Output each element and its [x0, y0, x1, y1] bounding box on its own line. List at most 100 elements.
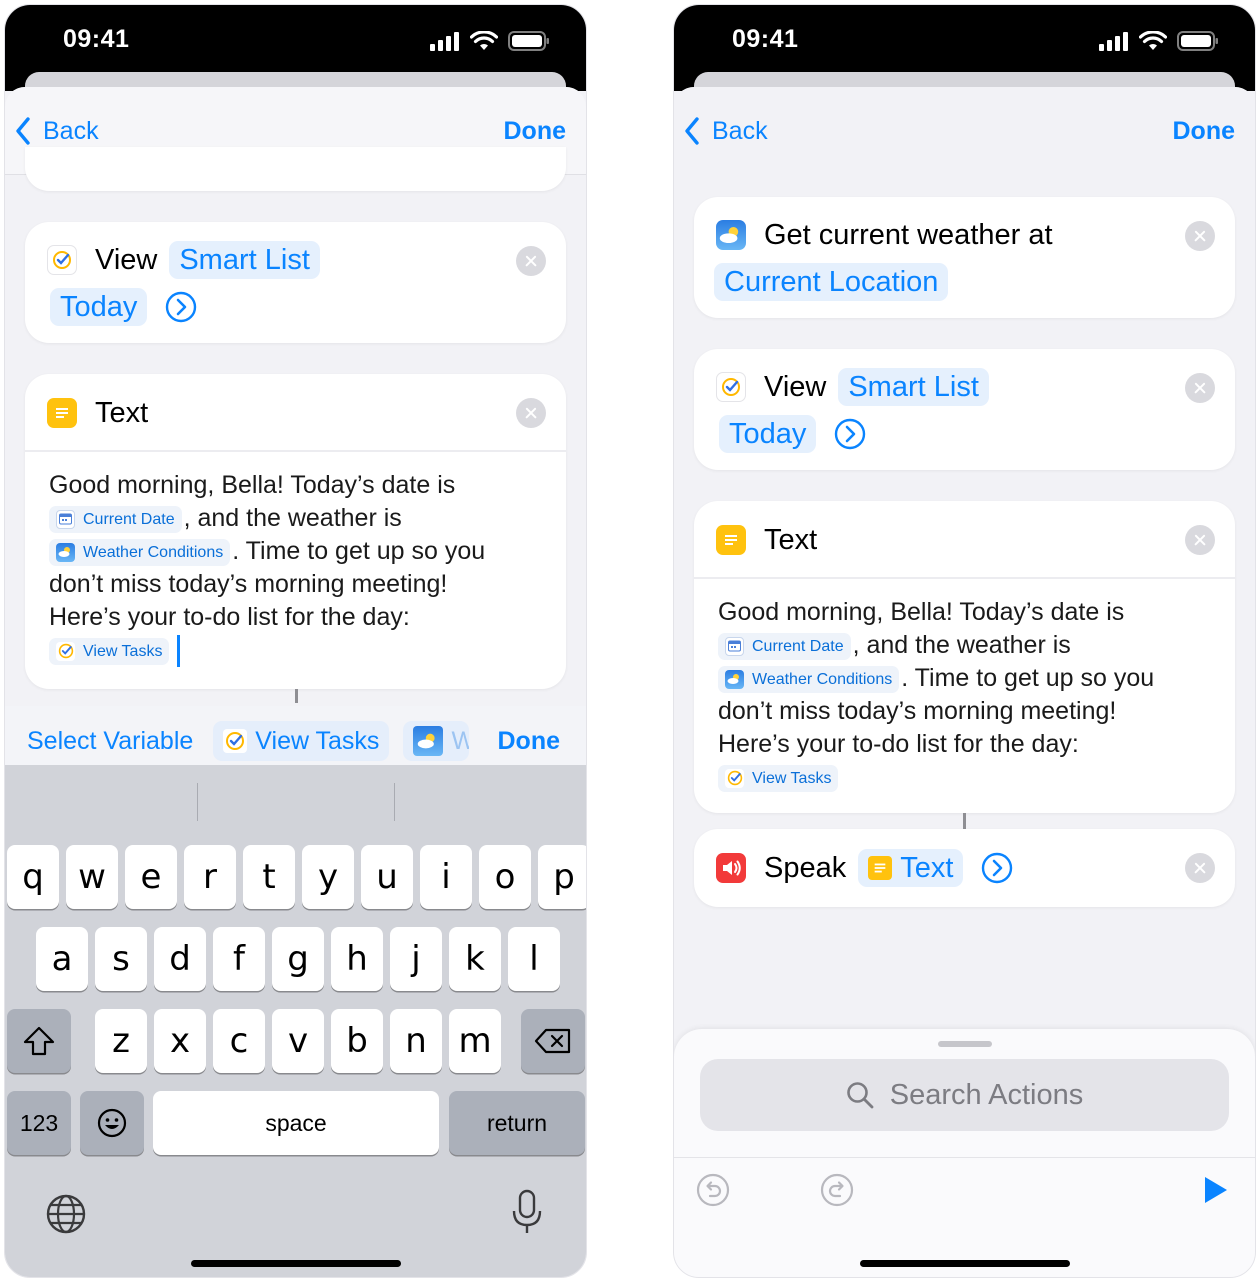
delete-key[interactable] [521, 1009, 585, 1073]
weather-icon [716, 220, 746, 250]
text-doc-icon [716, 525, 746, 555]
view-verb: View [764, 370, 827, 403]
get-weather-action[interactable]: Get current weather at Current Location [694, 197, 1235, 318]
key-s[interactable]: s [95, 927, 147, 991]
key-u[interactable]: u [361, 845, 413, 909]
actions-drawer: Search Actions [674, 1029, 1255, 1277]
speak-verb: Speak [764, 851, 847, 884]
key-v[interactable]: v [272, 1009, 324, 1073]
key-e[interactable]: e [125, 845, 177, 909]
home-indicator [859, 1260, 1070, 1267]
key-a[interactable]: a [36, 927, 88, 991]
chevron-right-circle-icon[interactable] [981, 852, 1013, 884]
text-action[interactable]: Text Good morning, Bella! Today’s date i… [694, 501, 1235, 813]
space-key[interactable]: space [153, 1091, 439, 1155]
close-icon[interactable] [1185, 373, 1215, 403]
weather-conditions-token[interactable]: Weather Conditions [718, 665, 900, 693]
wifi-icon [470, 31, 498, 50]
smart-list-token[interactable]: Smart List [169, 241, 320, 279]
chevron-right-circle-icon[interactable] [165, 291, 197, 323]
key-p[interactable]: p [538, 845, 586, 909]
signal-icon [1099, 32, 1128, 51]
select-variable-button[interactable]: Select Variable [27, 727, 193, 756]
view-tasks-variable-chip[interactable]: View Tasks [213, 721, 390, 761]
text-variable-token[interactable]: Text [858, 849, 964, 887]
view-smart-list-action[interactable]: View Smart List Today [25, 222, 566, 343]
smart-list-token[interactable]: Smart List [838, 368, 989, 406]
key-g[interactable]: g [272, 927, 324, 991]
microphone-icon[interactable] [510, 1189, 544, 1235]
key-w[interactable]: w [66, 845, 118, 909]
drawer-grabber[interactable] [937, 1041, 992, 1047]
key-r[interactable]: r [184, 845, 236, 909]
search-actions-field[interactable]: Search Actions [700, 1059, 1229, 1131]
today-token[interactable]: Today [719, 415, 817, 453]
editor-sheet: Back Done Get current weather at Current… [674, 87, 1255, 1277]
text-body[interactable]: Good morning, Bella! Today’s date is Cur… [718, 596, 1215, 794]
done-button[interactable]: Done [1173, 117, 1236, 146]
close-icon[interactable] [516, 246, 546, 276]
today-token[interactable]: Today [50, 288, 148, 326]
redo-icon[interactable] [820, 1173, 854, 1207]
key-t[interactable]: t [243, 845, 295, 909]
previous-action-card[interactable] [25, 147, 566, 191]
current-date-token[interactable]: Current Date [718, 632, 851, 660]
play-icon[interactable] [1200, 1175, 1230, 1205]
tasks-check-icon [223, 729, 248, 753]
weather-conditions-token[interactable]: Weather Conditions [49, 538, 231, 566]
key-y[interactable]: y [302, 845, 354, 909]
text-doc-icon [868, 856, 893, 880]
undo-icon[interactable] [696, 1173, 730, 1207]
speak-action[interactable]: Speak Text [694, 829, 1235, 907]
key-l[interactable]: l [508, 927, 560, 991]
wifi-icon [1139, 31, 1167, 50]
key-f[interactable]: f [213, 927, 265, 991]
text-action[interactable]: Text Good morning, Bella! Today’s date i… [25, 374, 566, 689]
back-label: Back [43, 116, 99, 145]
view-smart-list-action[interactable]: View Smart List Today [694, 349, 1235, 470]
key-z[interactable]: z [95, 1009, 147, 1073]
key-i[interactable]: i [420, 845, 472, 909]
back-label: Back [712, 116, 768, 145]
key-c[interactable]: c [213, 1009, 265, 1073]
view-tasks-token[interactable]: View Tasks [49, 637, 170, 665]
key-q[interactable]: q [7, 845, 59, 909]
variable-done-button[interactable]: Done [498, 727, 561, 756]
key-h[interactable]: h [331, 927, 383, 991]
battery-icon [508, 31, 549, 51]
key-x[interactable]: x [154, 1009, 206, 1073]
numbers-key[interactable]: 123 [7, 1091, 71, 1155]
weather-title: Get current weather at [764, 218, 1053, 251]
close-icon[interactable] [516, 398, 546, 428]
key-j[interactable]: j [390, 927, 442, 991]
current-date-token[interactable]: Current Date [49, 505, 182, 533]
calendar-icon [725, 636, 744, 656]
key-d[interactable]: d [154, 927, 206, 991]
keyboard: qwertyuiop asdfghjkl zxcvbnm 123 space ret… [5, 765, 586, 1277]
weather-icon [413, 726, 444, 756]
weather-variable-chip[interactable]: W [403, 721, 470, 761]
current-location-token[interactable]: Current Location [714, 263, 949, 301]
back-button[interactable]: Back [15, 115, 99, 147]
emoji-key[interactable] [80, 1091, 144, 1155]
phone-left: 09:41 Back Done View Smart List Today Te… [4, 4, 587, 1278]
key-n[interactable]: n [390, 1009, 442, 1073]
close-icon[interactable] [1185, 221, 1215, 251]
view-tasks-token[interactable]: View Tasks [718, 764, 839, 792]
key-m[interactable]: m [449, 1009, 501, 1073]
return-key[interactable]: return [449, 1091, 585, 1155]
back-button[interactable]: Back [684, 115, 768, 147]
text-body[interactable]: Good morning, Bella! Today’s date is Cur… [49, 469, 546, 668]
suggestion-bar [5, 765, 586, 841]
search-icon [846, 1082, 874, 1109]
shift-key[interactable] [7, 1009, 71, 1073]
key-b[interactable]: b [331, 1009, 383, 1073]
close-icon[interactable] [1185, 525, 1215, 555]
close-icon[interactable] [1185, 853, 1215, 883]
key-o[interactable]: o [479, 845, 531, 909]
weather-icon [725, 669, 744, 689]
done-button[interactable]: Done [504, 117, 567, 146]
chevron-right-circle-icon[interactable] [834, 418, 866, 450]
key-k[interactable]: k [449, 927, 501, 991]
globe-icon[interactable] [45, 1193, 87, 1235]
